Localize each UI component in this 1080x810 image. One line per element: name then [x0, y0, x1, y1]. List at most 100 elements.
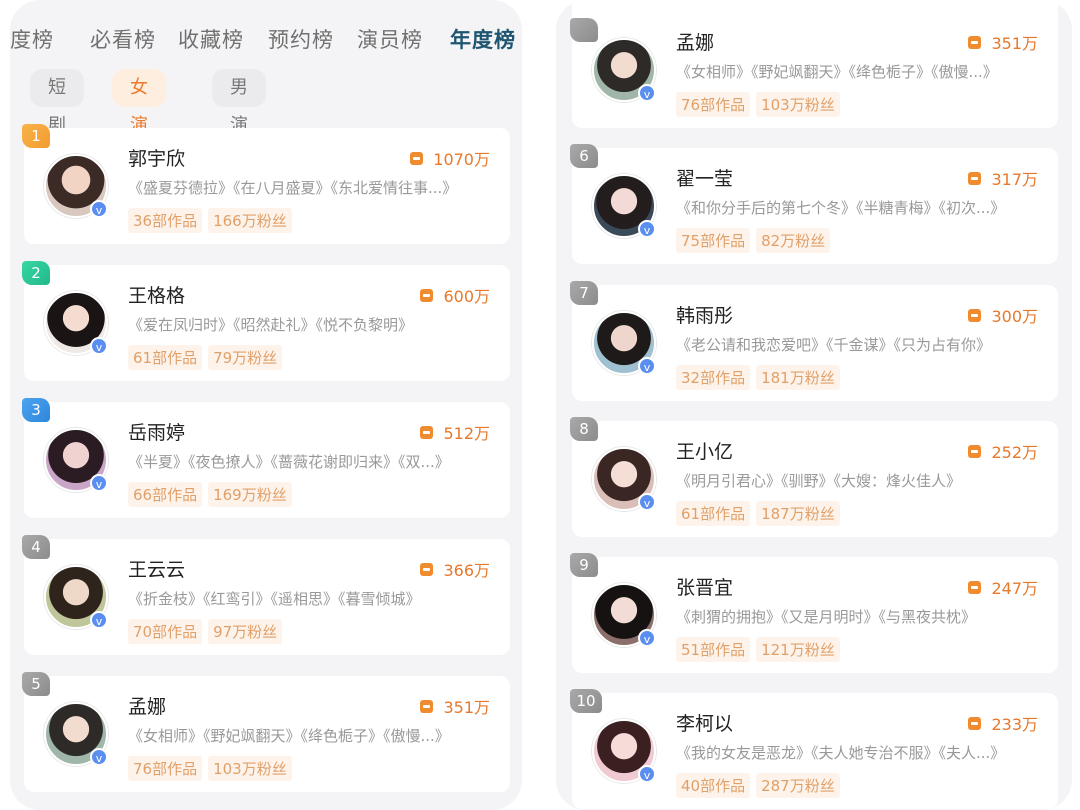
- verified-badge-icon: v: [638, 84, 656, 102]
- works-count-tag: 40部作品: [676, 773, 751, 798]
- heat-value: 351万: [420, 694, 490, 718]
- works-count-tag: 75部作品: [676, 228, 751, 253]
- verified-badge-icon: v: [638, 493, 656, 511]
- actor-name: 翟一莹: [676, 168, 734, 190]
- actor-card[interactable]: 4 v 王云云 366万 《折金枝》《红鸾引》《遥相思》《暮雪倾城》 70部作品…: [22, 535, 510, 655]
- fans-count-tag: 97万粉丝: [208, 619, 283, 644]
- chip-actor[interactable]: 男演员: [212, 69, 266, 174]
- works-list: 《女相师》《野妃飒翻天》《绛色栀子》《傲慢...》: [676, 63, 998, 81]
- actor-name: 王云云: [128, 559, 186, 581]
- works-list: 《女相师》《野妃飒翻天》《绛色栀子》《傲慢...》: [128, 727, 450, 745]
- actor-card[interactable]: 9 v 张晋宜 247万 《刺猬的拥抱》《又是月明时》《与黑夜共枕》 51部作品…: [570, 553, 1058, 673]
- ranking-tab-bar: 度榜 必看榜 收藏榜 预约榜 演员榜 年度榜: [10, 16, 522, 60]
- works-count-tag: 66部作品: [128, 482, 203, 507]
- verified-badge-icon: v: [90, 611, 108, 629]
- actor-card[interactable]: 5 v 孟娜 351万 《女相师》《野妃飒翻天》《绛色栀子》《傲慢...》 76…: [22, 672, 510, 792]
- rank-badge: 5: [22, 672, 50, 696]
- heat-text: 317万: [991, 170, 1038, 189]
- heat-icon: [420, 562, 434, 576]
- works-count-tag: 61部作品: [676, 501, 751, 526]
- tab-annual-clipped[interactable]: 度榜: [10, 24, 54, 54]
- rank-badge: 7: [570, 281, 598, 305]
- fans-count-tag: 82万粉丝: [756, 228, 831, 253]
- tab-must-watch[interactable]: 必看榜: [90, 24, 156, 54]
- left-ranking-panel: 度榜 必看榜 收藏榜 预约榜 演员榜 年度榜 短剧 女演员 男演员 1 v 郭宇…: [10, 0, 522, 810]
- fans-count-tag: 181万粉丝: [756, 365, 840, 390]
- actor-card[interactable]: 6 v 翟一莹 317万 《和你分手后的第七个冬》《半糖青梅》《初次...》 7…: [570, 144, 1058, 264]
- actor-card[interactable]: 10 v 李柯以 233万 《我的女友是恶龙》《夫人她专治不服》《夫人...》 …: [570, 689, 1058, 809]
- chip-short-drama[interactable]: 短剧: [30, 69, 84, 136]
- rank-badge: 9: [570, 553, 598, 577]
- rank-badge: 6: [570, 144, 598, 168]
- heat-icon: [420, 425, 434, 439]
- heat-text: 252万: [991, 443, 1038, 462]
- works-count-tag: 76部作品: [676, 92, 751, 117]
- works-count-tag: 32部作品: [676, 365, 751, 390]
- heat-value: 512万: [420, 420, 490, 444]
- heat-value: 247万: [968, 575, 1038, 599]
- actor-name: 孟娜: [676, 32, 715, 54]
- heat-text: 1070万: [433, 150, 490, 169]
- actor-card[interactable]: 7 v 韩雨彤 300万 《老公请和我恋爱吧》《千金谋》《只为占有你》 32部作…: [570, 281, 1058, 401]
- tab-favorites[interactable]: 收藏榜: [178, 24, 244, 54]
- heat-value: 317万: [968, 166, 1038, 190]
- works-count-tag: 51部作品: [676, 637, 751, 662]
- verified-badge-icon: v: [638, 220, 656, 238]
- heat-value: 600万: [420, 283, 490, 307]
- works-list: 《折金枝》《红鸾引》《遥相思》《暮雪倾城》: [128, 590, 421, 608]
- works-count-tag: 70部作品: [128, 619, 203, 644]
- fans-count-tag: 103万粉丝: [208, 756, 292, 781]
- heat-text: 233万: [991, 715, 1038, 734]
- verified-badge-icon: v: [638, 629, 656, 647]
- heat-icon: [968, 580, 982, 594]
- actor-card[interactable]: 8 v 王小亿 252万 《明月引君心》《驯野》《大嫂：烽火佳人》 61部作品 1…: [570, 417, 1058, 537]
- actor-card[interactable]: v 孟娜 351万 《女相师》《野妃飒翻天》《绛色栀子》《傲慢...》 76部作…: [570, 0, 1058, 128]
- fans-count-tag: 187万粉丝: [756, 501, 840, 526]
- actor-card[interactable]: 2 v 王格格 600万 《爱在凤归时》《昭然赴礼》《悦不负黎明》 61部作品 7…: [22, 261, 510, 381]
- heat-icon: [420, 699, 434, 713]
- heat-value: 351万: [968, 30, 1038, 54]
- heat-value: 252万: [968, 439, 1038, 463]
- heat-text: 351万: [443, 698, 490, 717]
- heat-text: 351万: [991, 34, 1038, 53]
- actor-name: 张晋宜: [676, 577, 734, 599]
- heat-icon: [968, 171, 982, 185]
- works-list: 《老公请和我恋爱吧》《千金谋》《只为占有你》: [676, 336, 992, 354]
- works-list: 《我的女友是恶龙》《夫人她专治不服》《夫人...》: [676, 744, 1006, 762]
- heat-value: 233万: [968, 711, 1038, 735]
- actor-card[interactable]: 3 v 岳雨婷 512万 《半夏》《夜色撩人》《蔷薇花谢即归来》《双...》 6…: [22, 398, 510, 518]
- fans-count-tag: 287万粉丝: [756, 773, 840, 798]
- rank-badge: 3: [22, 398, 50, 422]
- heat-text: 512万: [443, 424, 490, 443]
- heat-value: 300万: [968, 303, 1038, 327]
- chip-actress[interactable]: 女演员: [112, 69, 166, 174]
- actor-name: 李柯以: [676, 713, 734, 735]
- heat-text: 366万: [443, 561, 490, 580]
- works-count-tag: 76部作品: [128, 756, 203, 781]
- fans-count-tag: 166万粉丝: [208, 208, 292, 233]
- actor-name: 王小亿: [676, 441, 734, 463]
- verified-badge-icon: v: [90, 748, 108, 766]
- tab-reservation[interactable]: 预约榜: [268, 24, 334, 54]
- tab-annual[interactable]: 年度榜: [450, 24, 516, 54]
- fans-count-tag: 103万粉丝: [756, 92, 840, 117]
- heat-icon: [968, 444, 982, 458]
- rank-badge-clipped: [570, 18, 598, 42]
- rank-badge: 8: [570, 417, 598, 441]
- actor-name: 韩雨彤: [676, 305, 734, 327]
- verified-badge-icon: v: [90, 200, 108, 218]
- works-count-tag: 36部作品: [128, 208, 203, 233]
- verified-badge-icon: v: [638, 357, 656, 375]
- works-list: 《刺猬的拥抱》《又是月明时》《与黑夜共枕》: [676, 608, 977, 626]
- tab-actors[interactable]: 演员榜: [357, 24, 423, 54]
- actor-card[interactable]: 1 v 郭宇欣 1070万 《盛夏芬德拉》《在八月盛夏》《东北爱情往事...》 …: [22, 124, 510, 244]
- heat-value: 1070万: [410, 146, 490, 170]
- heat-icon: [410, 151, 424, 165]
- verified-badge-icon: v: [90, 337, 108, 355]
- works-list: 《半夏》《夜色撩人》《蔷薇花谢即归来》《双...》: [128, 453, 450, 471]
- actor-name: 岳雨婷: [128, 422, 186, 444]
- actor-name: 孟娜: [128, 696, 167, 718]
- right-ranking-panel: v 孟娜 351万 《女相师》《野妃飒翻天》《绛色栀子》《傲慢...》 76部作…: [556, 0, 1072, 810]
- rank-badge: 2: [22, 261, 50, 285]
- fans-count-tag: 121万粉丝: [756, 637, 840, 662]
